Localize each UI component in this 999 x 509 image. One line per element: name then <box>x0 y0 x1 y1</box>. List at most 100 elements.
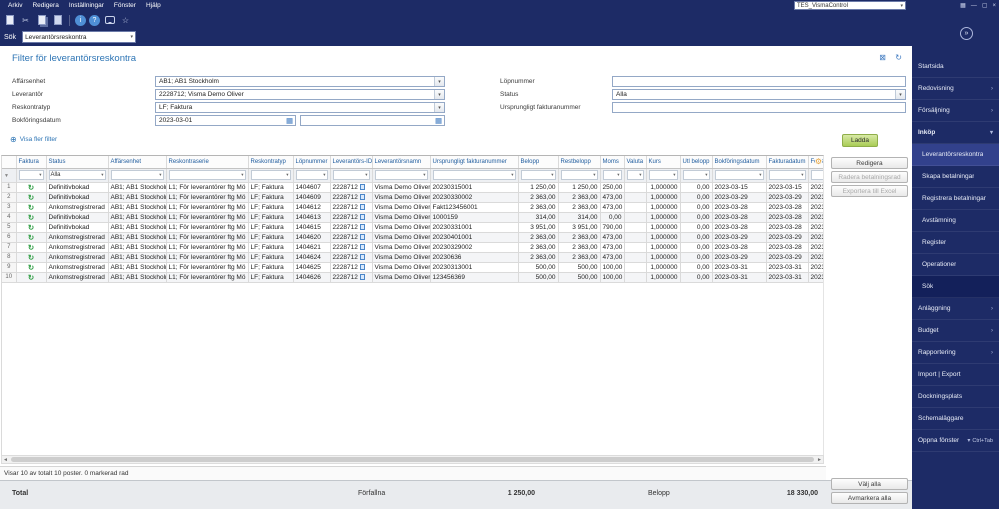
bokforingsdatum-to-input[interactable]: ▦ <box>300 115 445 126</box>
filter-cell-moms[interactable]: ▾ <box>600 168 625 183</box>
supplier-link-icon[interactable] <box>359 203 365 210</box>
scroll-right-arrow[interactable]: ► <box>817 457 822 463</box>
column-header-bokforingsdatum[interactable]: Bokföringsdatum <box>712 156 767 169</box>
calendar-icon[interactable]: ▦ <box>433 116 444 125</box>
sidebar-item-inkop[interactable]: Inköp ▾ <box>912 122 999 144</box>
supplier-link-icon[interactable] <box>359 273 365 280</box>
supplier-link-icon[interactable] <box>359 253 365 260</box>
table-row[interactable]: 3 ↻ Ankomstregistrerad AB1; AB1 Stockholm L1… <box>2 202 823 213</box>
menu-hjalp[interactable]: Hjälp <box>141 2 166 9</box>
sidebar-item-redovisning[interactable]: Redovisning › <box>912 78 999 100</box>
calendar-icon[interactable]: ▦ <box>284 116 295 125</box>
sidebar-item-rapportering[interactable]: Rapportering › <box>912 342 999 364</box>
column-header-reskontraserie[interactable]: Reskontraserie <box>166 156 249 169</box>
reskontratyp-select[interactable]: LF; Faktura ▾ <box>155 102 445 113</box>
help-icon[interactable]: ? <box>89 14 100 26</box>
supplier-link-icon[interactable] <box>359 213 365 220</box>
column-header-status[interactable]: Status <box>46 156 109 169</box>
status-select[interactable]: Alla ▾ <box>612 89 906 100</box>
minimize-button[interactable]: — <box>971 3 977 9</box>
maximize-button[interactable]: ▢ <box>982 2 988 9</box>
supplier-link-icon[interactable] <box>359 263 365 270</box>
column-header-ursprungligt-fakturanummer[interactable]: Ursprungligt fakturanummer <box>430 156 519 169</box>
column-header-valuta[interactable]: Valuta <box>624 156 647 169</box>
lopnummer-input[interactable] <box>612 76 906 87</box>
table-row[interactable]: 6 ↻ Ankomstregistrerad AB1; AB1 Stockholm L1… <box>2 232 823 243</box>
radera-betalningsrad-button[interactable]: Radera betalningsrad <box>831 171 908 183</box>
column-header-fakturadatum[interactable]: Fakturadatum <box>766 156 809 169</box>
search-combo[interactable]: Leverantörsreskontra ▾ <box>22 31 137 43</box>
fakturanummer-input[interactable] <box>612 102 906 113</box>
column-header-restbelopp[interactable]: Restbelopp <box>558 156 601 169</box>
sidebar-item-avstamning[interactable]: Avstämning <box>912 210 999 232</box>
column-header-moms[interactable]: Moms <box>600 156 625 169</box>
apps-icon[interactable]: ▦ <box>960 2 966 9</box>
supplier-link-icon[interactable] <box>359 183 365 190</box>
filter-cell-ursprungligt-fakturanummer[interactable]: ▾ <box>430 168 519 183</box>
chat-icon[interactable] <box>103 14 116 27</box>
supplier-link-icon[interactable] <box>359 233 365 240</box>
valj-alla-button[interactable]: Välj alla <box>831 478 908 490</box>
menu-installningar[interactable]: Inställningar <box>64 2 109 9</box>
sidebar-item-forsaljning[interactable]: Försäljning › <box>912 100 999 122</box>
filter-cell-belopp[interactable]: ▾ <box>518 168 559 183</box>
supplier-link-icon[interactable] <box>359 223 365 230</box>
sidebar-item-schemalaggare[interactable]: Schemaläggare <box>912 408 999 430</box>
table-row[interactable]: 8 ↻ Ankomstregistrerad AB1; AB1 Stockholm L1… <box>2 252 823 263</box>
scroll-left-arrow[interactable]: ◄ <box>3 457 8 463</box>
avmarkera-alla-button[interactable]: Avmarkera alla <box>831 492 908 504</box>
show-more-filters-link[interactable]: ⊕ Visa fler filter <box>10 135 57 144</box>
sidebar-item-startsida[interactable]: Startsida <box>912 56 999 78</box>
filter-cell-reskontratyp[interactable]: ▾ <box>248 168 294 183</box>
table-row[interactable]: 7 ↻ Ankomstregistrerad AB1; AB1 Stockholm L1… <box>2 242 823 253</box>
supplier-link-icon[interactable] <box>359 193 365 200</box>
ledger-grid[interactable]: Faktura Status Affärsenhet Reskontraserie Re… <box>1 155 824 455</box>
column-header-affarsenhet[interactable]: Affärsenhet <box>108 156 167 169</box>
copy-icon[interactable] <box>35 14 48 27</box>
filter-cell-valuta[interactable]: ▾ <box>624 168 647 183</box>
info-icon[interactable]: i <box>75 14 86 26</box>
table-row[interactable]: 2 ↻ Definitivbokad AB1; AB1 Stockholm L1; Fö… <box>2 192 823 203</box>
sidebar-item-registrera-betalningar[interactable]: Registrera betalningar <box>912 188 999 210</box>
menu-fonster[interactable]: Fönster <box>109 2 141 9</box>
clear-filter-icon[interactable]: ⊠ <box>879 53 886 62</box>
filter-cell-reskontraserie[interactable]: ▾ <box>166 168 249 183</box>
paste-icon[interactable] <box>51 14 64 27</box>
table-row[interactable]: 4 ↻ Definitivbokad AB1; AB1 Stockholm L1; Fö… <box>2 212 823 223</box>
new-document-icon[interactable] <box>3 14 16 27</box>
favorite-icon[interactable]: ☆ <box>119 14 132 27</box>
cut-icon[interactable]: ✂ <box>19 14 32 27</box>
refresh-icon[interactable]: ↻ <box>895 53 902 62</box>
filter-cell-leverantorsnamn[interactable]: ▾ <box>372 168 431 183</box>
sidebar-item-operationer[interactable]: Operationer <box>912 254 999 276</box>
sidebar-item-leverantorsreskontra[interactable]: Leverantörsreskontra <box>912 144 999 166</box>
horizontal-scrollbar[interactable]: ◄ ► <box>1 455 824 464</box>
sidebar-item-import-export[interactable]: Import | Export <box>912 364 999 386</box>
gear-icon[interactable]: ⚙ <box>814 157 822 166</box>
column-header-utl-belopp[interactable]: Utl belopp <box>680 156 713 169</box>
table-row[interactable]: 9 ↻ Ankomstregistrerad AB1; AB1 Stockholm L1… <box>2 262 823 273</box>
filter-cell-restbelopp[interactable]: ▾ <box>558 168 601 183</box>
collapse-sidebar-icon[interactable]: » <box>960 27 973 40</box>
redigera-button[interactable]: Redigera <box>831 157 908 169</box>
leverantor-select[interactable]: 2228712; Visma Demo Oliver ▾ <box>155 89 445 100</box>
column-header-reskontratyp[interactable]: Reskontratyp <box>248 156 294 169</box>
menu-redigera[interactable]: Redigera <box>27 2 63 9</box>
column-header-faktura[interactable]: Faktura <box>16 156 47 169</box>
bokforingsdatum-from-input[interactable]: 2023-03-01 ▦ <box>155 115 296 126</box>
column-header-kurs[interactable]: Kurs <box>646 156 681 169</box>
sidebar-item-dockningsplats[interactable]: Dockningsplats <box>912 386 999 408</box>
filter-cell-forfallodatum[interactable]: ▾ <box>808 168 823 183</box>
sidebar-item-skapa-betalningar[interactable]: Skapa betalningar <box>912 166 999 188</box>
grid-corner-cell[interactable] <box>2 156 17 169</box>
filter-cell-affarsenhet[interactable]: ▾ <box>108 168 167 183</box>
menu-arkiv[interactable]: Arkiv <box>3 2 27 9</box>
profile-selector[interactable]: TES_VismaControl ▾ <box>794 1 906 10</box>
filter-cell-leverantors-id[interactable]: ▾ <box>330 168 373 183</box>
supplier-link-icon[interactable] <box>359 243 365 250</box>
column-header-leverantors-id[interactable]: Leverantörs-ID <box>330 156 373 169</box>
sidebar-item-anlaggning[interactable]: Anläggning › <box>912 298 999 320</box>
column-header-lopnummer[interactable]: Löpnummer <box>293 156 331 169</box>
sidebar-item-budget[interactable]: Budget › <box>912 320 999 342</box>
filter-cell-fakturadatum[interactable]: ▾ <box>766 168 809 183</box>
